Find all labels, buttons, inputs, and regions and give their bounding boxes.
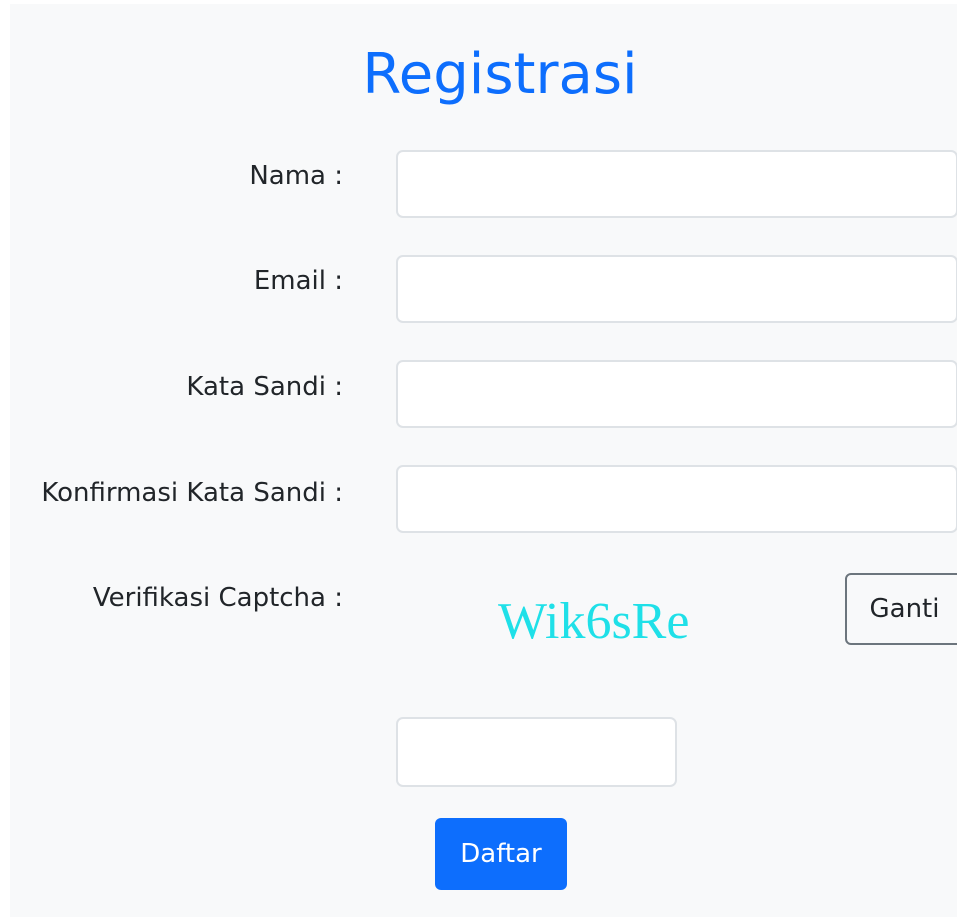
page-title: Registrasi <box>362 42 638 107</box>
name-label: Nama : <box>249 161 343 191</box>
register-button[interactable]: Daftar <box>435 818 567 890</box>
registration-form-panel: Registrasi Nama : Email : Kata Sandi : K… <box>10 4 957 917</box>
captcha-input[interactable] <box>396 717 677 787</box>
confirm-password-input[interactable] <box>396 465 957 533</box>
email-input[interactable] <box>396 255 957 323</box>
confirm-password-label: Konfirmasi Kata Sandi : <box>41 478 343 508</box>
change-captcha-button[interactable]: Ganti <box>845 573 957 645</box>
email-label: Email : <box>253 266 343 296</box>
captcha-code: Wik6sRe <box>498 593 690 650</box>
password-input[interactable] <box>396 360 957 428</box>
captcha-label: Verifikasi Captcha : <box>92 583 343 613</box>
name-input[interactable] <box>396 150 957 218</box>
password-label: Kata Sandi : <box>186 372 343 402</box>
